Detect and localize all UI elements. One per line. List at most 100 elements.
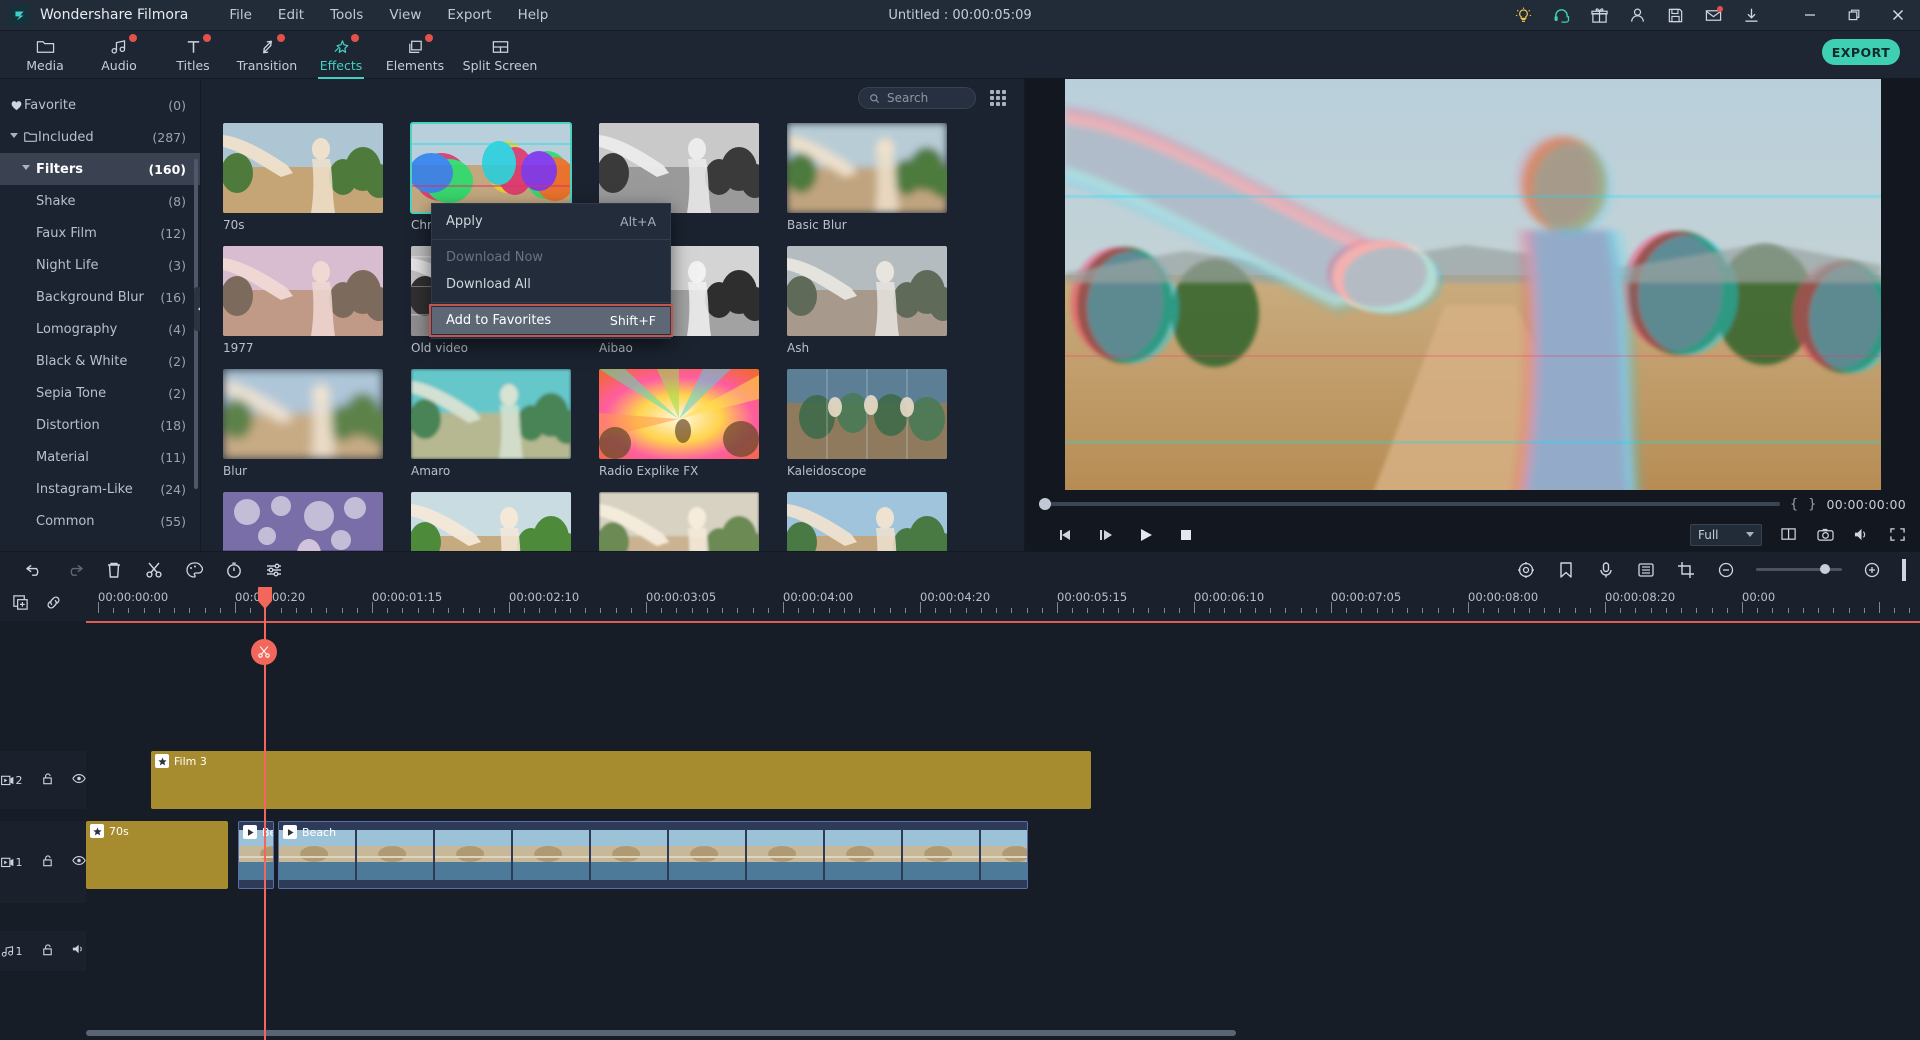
- effect-card[interactable]: [599, 492, 759, 551]
- timeline-clip[interactable]: Be: [238, 821, 274, 889]
- sidebar-item-shake[interactable]: Shake (8): [0, 185, 200, 217]
- effect-card[interactable]: Basic Blur: [787, 123, 947, 232]
- track-lane[interactable]: Film 3: [86, 751, 1920, 809]
- collapse-panel-handle[interactable]: [194, 287, 200, 331]
- split-scissors-button[interactable]: [134, 552, 174, 588]
- zoom-out-icon[interactable]: [1706, 552, 1746, 588]
- sidebar-item-sepia-tone[interactable]: Sepia Tone (2): [0, 377, 200, 409]
- effect-thumbnail[interactable]: [599, 492, 759, 551]
- timeline-clip[interactable]: Beach: [278, 821, 1028, 889]
- account-person-icon[interactable]: [1618, 0, 1656, 31]
- effect-thumbnail[interactable]: [223, 492, 383, 551]
- menu-tools[interactable]: Tools: [319, 4, 374, 26]
- speaker-icon[interactable]: [72, 943, 86, 959]
- delete-button[interactable]: [94, 552, 134, 588]
- snapshot-camera-icon[interactable]: [1816, 526, 1834, 544]
- preview-quality-select[interactable]: Full: [1690, 523, 1762, 546]
- sidebar-item-faux-film[interactable]: Faux Film (12): [0, 217, 200, 249]
- effect-thumbnail[interactable]: [223, 123, 383, 213]
- sidebar-item-included[interactable]: Included (287): [0, 121, 200, 153]
- menu-export[interactable]: Export: [436, 4, 502, 26]
- timeline-clip[interactable]: Film 3: [151, 751, 1091, 809]
- maximize-button[interactable]: [1832, 0, 1876, 31]
- sidebar-item-background-blur[interactable]: Background Blur (16): [0, 281, 200, 313]
- mark-out-brace-icon[interactable]: }: [1808, 497, 1816, 512]
- grid-view-icon[interactable]: [988, 88, 1008, 108]
- effect-card[interactable]: Amaro: [411, 369, 571, 478]
- chevron-down-icon[interactable]: [10, 133, 24, 141]
- preview-scrubber[interactable]: [1039, 498, 1780, 510]
- timeline-clip[interactable]: 70s: [86, 821, 228, 889]
- render-preview-bar-icon[interactable]: [1902, 558, 1906, 581]
- eye-icon[interactable]: [71, 855, 86, 870]
- timeline-ruler[interactable]: 00:00:00:0000:00:00:2000:00:01:1500:00:0…: [86, 587, 1920, 621]
- preview-scrubber-handle[interactable]: [1039, 498, 1051, 510]
- effect-card[interactable]: [411, 492, 571, 551]
- color-palette-button[interactable]: [174, 552, 214, 588]
- timeline-zoom-slider[interactable]: [1756, 564, 1842, 574]
- track-lane[interactable]: [86, 931, 1920, 971]
- chevron-down-icon[interactable]: [22, 165, 36, 173]
- menu-file[interactable]: File: [218, 4, 263, 26]
- sidebar-item-common[interactable]: Common (55): [0, 505, 200, 537]
- search-input[interactable]: Search: [858, 87, 976, 109]
- tool-tab-transition[interactable]: Transition: [230, 31, 304, 79]
- timeline-zoom-handle[interactable]: [1820, 564, 1830, 574]
- minimize-button[interactable]: [1788, 0, 1832, 31]
- eye-icon[interactable]: [71, 773, 86, 788]
- zoom-in-icon[interactable]: [1852, 552, 1892, 588]
- download-icon[interactable]: [1732, 0, 1770, 31]
- effect-card[interactable]: [787, 492, 947, 551]
- menu-view[interactable]: View: [378, 4, 432, 26]
- effect-thumbnail[interactable]: [787, 123, 947, 213]
- effect-thumbnail[interactable]: [223, 246, 383, 336]
- mark-in-brace-icon[interactable]: {: [1790, 497, 1798, 512]
- sidebar-item-instagram-like[interactable]: Instagram-Like (24): [0, 473, 200, 505]
- effect-thumbnail[interactable]: [787, 369, 947, 459]
- tool-tab-audio[interactable]: Audio: [82, 31, 156, 79]
- context-menu-item-download-all[interactable]: Download All: [432, 271, 670, 298]
- export-button[interactable]: EXPORT: [1822, 39, 1900, 65]
- color-match-icon[interactable]: [1506, 552, 1546, 588]
- effect-thumbnail[interactable]: [411, 369, 571, 459]
- sidebar-item-material[interactable]: Material (11): [0, 441, 200, 473]
- audio-mixer-icon[interactable]: [1626, 552, 1666, 588]
- play-button[interactable]: [1137, 526, 1155, 544]
- playhead[interactable]: [264, 621, 266, 1040]
- sidebar-item-lomography[interactable]: Lomography (4): [0, 313, 200, 345]
- crop-icon[interactable]: [1666, 552, 1706, 588]
- menu-help[interactable]: Help: [507, 4, 560, 26]
- sidebar-item-favorite[interactable]: Favorite (0): [0, 89, 200, 121]
- link-unlink-icon[interactable]: [45, 594, 62, 615]
- marker-icon[interactable]: [1546, 552, 1586, 588]
- effect-card[interactable]: Ash: [787, 246, 947, 355]
- next-frame-button[interactable]: [1097, 526, 1115, 544]
- effect-thumbnail[interactable]: [410, 122, 572, 214]
- effect-card[interactable]: [223, 492, 383, 551]
- timeline-scroll-thumb[interactable]: [86, 1030, 1236, 1036]
- unlock-icon[interactable]: [41, 854, 54, 871]
- split-preview-icon[interactable]: [1780, 526, 1798, 544]
- context-menu-item-add-to-favorites[interactable]: Add to Favorites Shift+F: [429, 304, 673, 337]
- effect-thumbnail[interactable]: [787, 492, 947, 551]
- settings-sliders-button[interactable]: [254, 552, 294, 588]
- save-project-icon[interactable]: [1656, 0, 1694, 31]
- effect-thumbnail[interactable]: [599, 123, 759, 213]
- sidebar-item-distortion[interactable]: Distortion (18): [0, 409, 200, 441]
- effect-thumbnail[interactable]: [411, 492, 571, 551]
- playhead-ruler-marker[interactable]: [256, 587, 274, 621]
- sidebar-item-filters[interactable]: Filters (160): [0, 153, 200, 185]
- lightbulb-tip-icon[interactable]: [1504, 0, 1542, 31]
- speed-timer-button[interactable]: [214, 552, 254, 588]
- track-lane[interactable]: 70s Be Beach: [86, 821, 1920, 903]
- effect-thumbnail[interactable]: [787, 246, 947, 336]
- sidebar-item-black-white[interactable]: Black & White (2): [0, 345, 200, 377]
- effect-thumbnail[interactable]: [223, 369, 383, 459]
- stop-button[interactable]: [1177, 526, 1195, 544]
- gift-icon[interactable]: [1580, 0, 1618, 31]
- tool-tab-elements[interactable]: Elements: [378, 31, 452, 79]
- headset-support-icon[interactable]: [1542, 0, 1580, 31]
- tool-tab-split-screen[interactable]: Split Screen: [452, 31, 548, 79]
- previous-frame-button[interactable]: [1057, 526, 1075, 544]
- playhead-split-scissors-icon[interactable]: [251, 639, 277, 665]
